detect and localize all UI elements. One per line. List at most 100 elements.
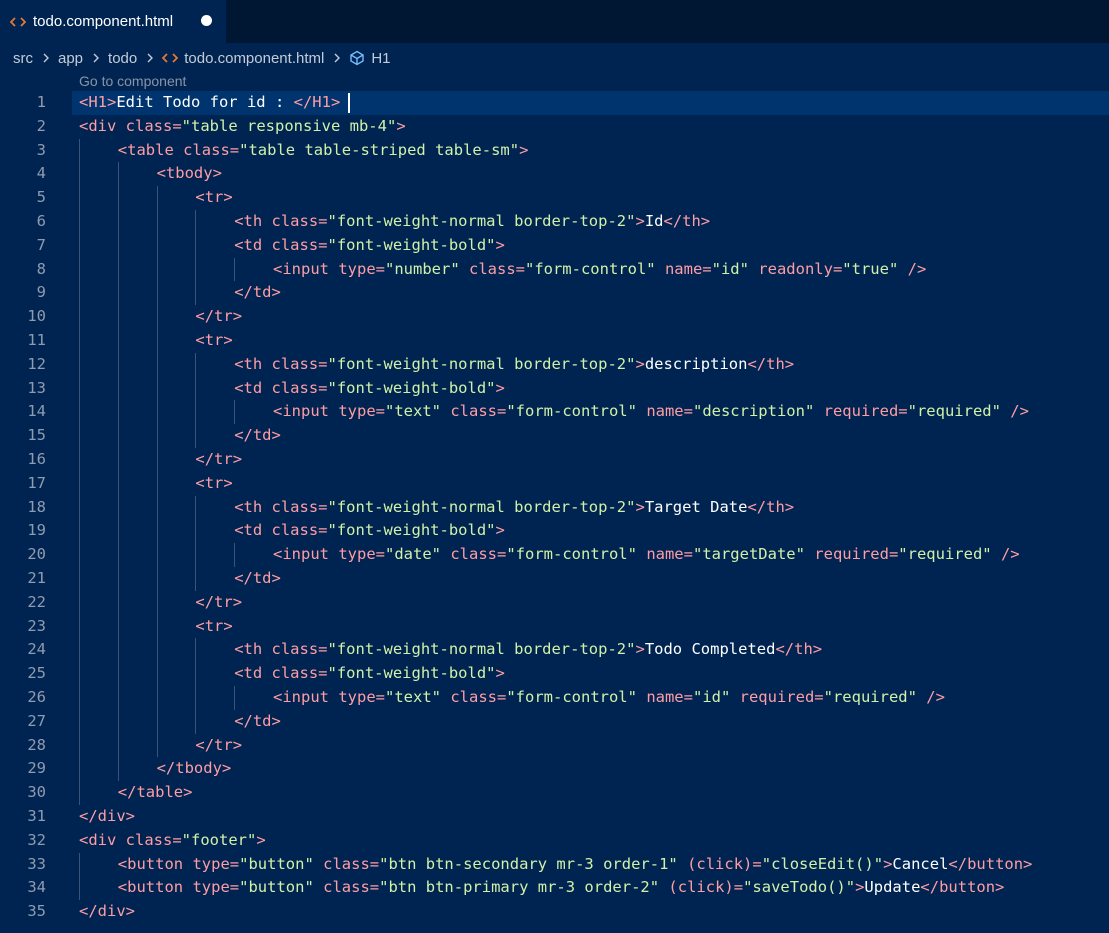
indent-guide: [195, 209, 197, 234]
code-token: class=: [313, 854, 380, 873]
line-number: 35: [27, 902, 46, 921]
code-token: >: [635, 354, 645, 373]
code-line[interactable]: 28 </tr>: [0, 733, 1109, 758]
indent-guide: [234, 257, 236, 282]
html-file-icon: [10, 16, 26, 27]
code-token: </td>: [234, 711, 281, 730]
code-text: <input type="text" class="form-control" …: [273, 686, 945, 710]
indent-guide: [79, 876, 80, 901]
code-token: </tbody>: [156, 759, 232, 778]
code-line[interactable]: 11 <tr>: [0, 328, 1109, 353]
indent-guide: [79, 566, 80, 591]
line-number: 26: [27, 687, 46, 706]
code-token: <button: [117, 878, 193, 897]
breadcrumb-item-symbol[interactable]: H1: [371, 50, 390, 67]
code-line[interactable]: 14 <input type="text" class="form-control…: [0, 400, 1109, 425]
indent-guide: [79, 447, 80, 472]
code-line[interactable]: 26 <input type="text" class="form-control…: [0, 685, 1109, 710]
code-token: </tr>: [195, 735, 243, 754]
code-line[interactable]: 4 <tbody>: [0, 162, 1109, 187]
code-line[interactable]: 2 <div class="table responsive mb-4">: [0, 115, 1109, 139]
line-number: 30: [27, 783, 46, 802]
indent-guide: [195, 662, 197, 686]
code-text: <td class="font-weight-bold">: [234, 519, 505, 543]
code-line[interactable]: 19 <td class="font-weight-bold">: [0, 519, 1109, 544]
code-token: "required": [823, 687, 917, 706]
code-token: />: [991, 545, 1020, 564]
code-token: "button": [239, 854, 314, 873]
code-token: "footer": [181, 830, 257, 849]
code-token: Target Date: [644, 497, 748, 516]
indent-guide: [117, 257, 119, 282]
code-token: </th>: [747, 354, 795, 373]
code-token: />: [1000, 402, 1029, 421]
code-line[interactable]: 33 <button type="button" class="btn btn-s…: [0, 852, 1109, 877]
code-token: "font-weight-bold": [327, 378, 496, 397]
line-number: 1: [36, 93, 46, 111]
indent-guide: [79, 257, 80, 282]
code-token: >: [635, 497, 645, 516]
code-token: </tr>: [195, 449, 243, 468]
indent-guide: [117, 447, 119, 472]
code-token: </th>: [775, 640, 823, 659]
code-line[interactable]: 6 <th class="font-weight-normal border-to…: [0, 209, 1109, 234]
code-token: <tr>: [195, 188, 233, 207]
code-line[interactable]: 35 </div>: [0, 900, 1109, 924]
tab-todo-component-html[interactable]: todo.component.html: [0, 0, 226, 43]
code-line[interactable]: 16 </tr>: [0, 447, 1109, 472]
indent-guide: [79, 400, 80, 425]
code-line[interactable]: 1 <H1>Edit Todo for id : </H1>: [0, 91, 1109, 115]
indent-guide: [195, 638, 197, 663]
chevron-right-icon: [93, 53, 100, 63]
indent-guide: [79, 614, 80, 639]
indent-guide: [195, 543, 197, 567]
code-token: "btn btn-primary mr-3 order-2": [379, 878, 660, 897]
code-line[interactable]: 7 <td class="font-weight-bold">: [0, 233, 1109, 258]
code-line[interactable]: 9 </td>: [0, 281, 1109, 306]
code-line[interactable]: 18 <th class="font-weight-normal border-t…: [0, 495, 1109, 520]
code-line[interactable]: 17 <tr>: [0, 471, 1109, 496]
code-token: </div>: [79, 806, 135, 825]
code-token: <td: [234, 235, 272, 254]
code-editor[interactable]: 1 <H1>Edit Todo for id : </H1> 2 <div class…: [0, 91, 1109, 924]
code-line[interactable]: 23 <tr>: [0, 614, 1109, 639]
code-line[interactable]: 32 <div class="footer">: [0, 829, 1109, 853]
code-line[interactable]: 15 </td>: [0, 424, 1109, 448]
code-line[interactable]: 21 </td>: [0, 566, 1109, 591]
line-number: 31: [27, 806, 46, 825]
code-token: class=: [125, 116, 182, 135]
code-line[interactable]: 5 <tr>: [0, 186, 1109, 210]
code-text: </tbody>: [157, 757, 232, 781]
code-token: class=: [441, 545, 507, 564]
code-line[interactable]: 12 <th class="font-weight-normal border-t…: [0, 352, 1109, 377]
html-file-icon: [162, 53, 179, 63]
indent-guide: [117, 590, 119, 615]
breadcrumb-item-file[interactable]: todo.component.html: [184, 50, 324, 67]
code-line[interactable]: 13 <td class="font-weight-bold">: [0, 376, 1109, 401]
unsaved-dot-icon[interactable]: [201, 15, 212, 26]
code-token: "description": [692, 402, 815, 421]
code-line[interactable]: 20 <input type="date" class="form-control…: [0, 543, 1109, 567]
breadcrumb-item-todo[interactable]: todo: [108, 50, 137, 67]
code-line[interactable]: 31 </div>: [0, 805, 1109, 829]
code-line[interactable]: 30 </table>: [0, 781, 1109, 805]
codelens-go-to-component[interactable]: Go to component: [79, 73, 186, 91]
code-text: <tr>: [195, 186, 232, 210]
code-line[interactable]: 10 </tr>: [0, 305, 1109, 329]
indent-guide: [117, 162, 119, 187]
line-number: 22: [27, 592, 46, 611]
code-line[interactable]: 25 <td class="font-weight-bold">: [0, 662, 1109, 686]
breadcrumb-item-src[interactable]: src: [13, 50, 33, 67]
code-line[interactable]: 3 <table class="table table-striped table…: [0, 138, 1109, 163]
breadcrumb-item-app[interactable]: app: [58, 50, 83, 67]
code-line[interactable]: 24 <th class="font-weight-normal border-t…: [0, 638, 1109, 663]
code-token: name=: [636, 687, 693, 706]
code-line[interactable]: 34 <button type="button" class="btn btn-p…: [0, 876, 1109, 901]
code-line[interactable]: 8 <input type="number" class="form-contro…: [0, 257, 1109, 282]
code-token: type=: [338, 545, 385, 564]
code-token: class=: [271, 211, 328, 230]
code-line[interactable]: 29 </tbody>: [0, 757, 1109, 782]
code-line[interactable]: 27 </td>: [0, 709, 1109, 734]
code-line[interactable]: 22 </tr>: [0, 590, 1109, 615]
code-text: <tr>: [195, 615, 232, 639]
